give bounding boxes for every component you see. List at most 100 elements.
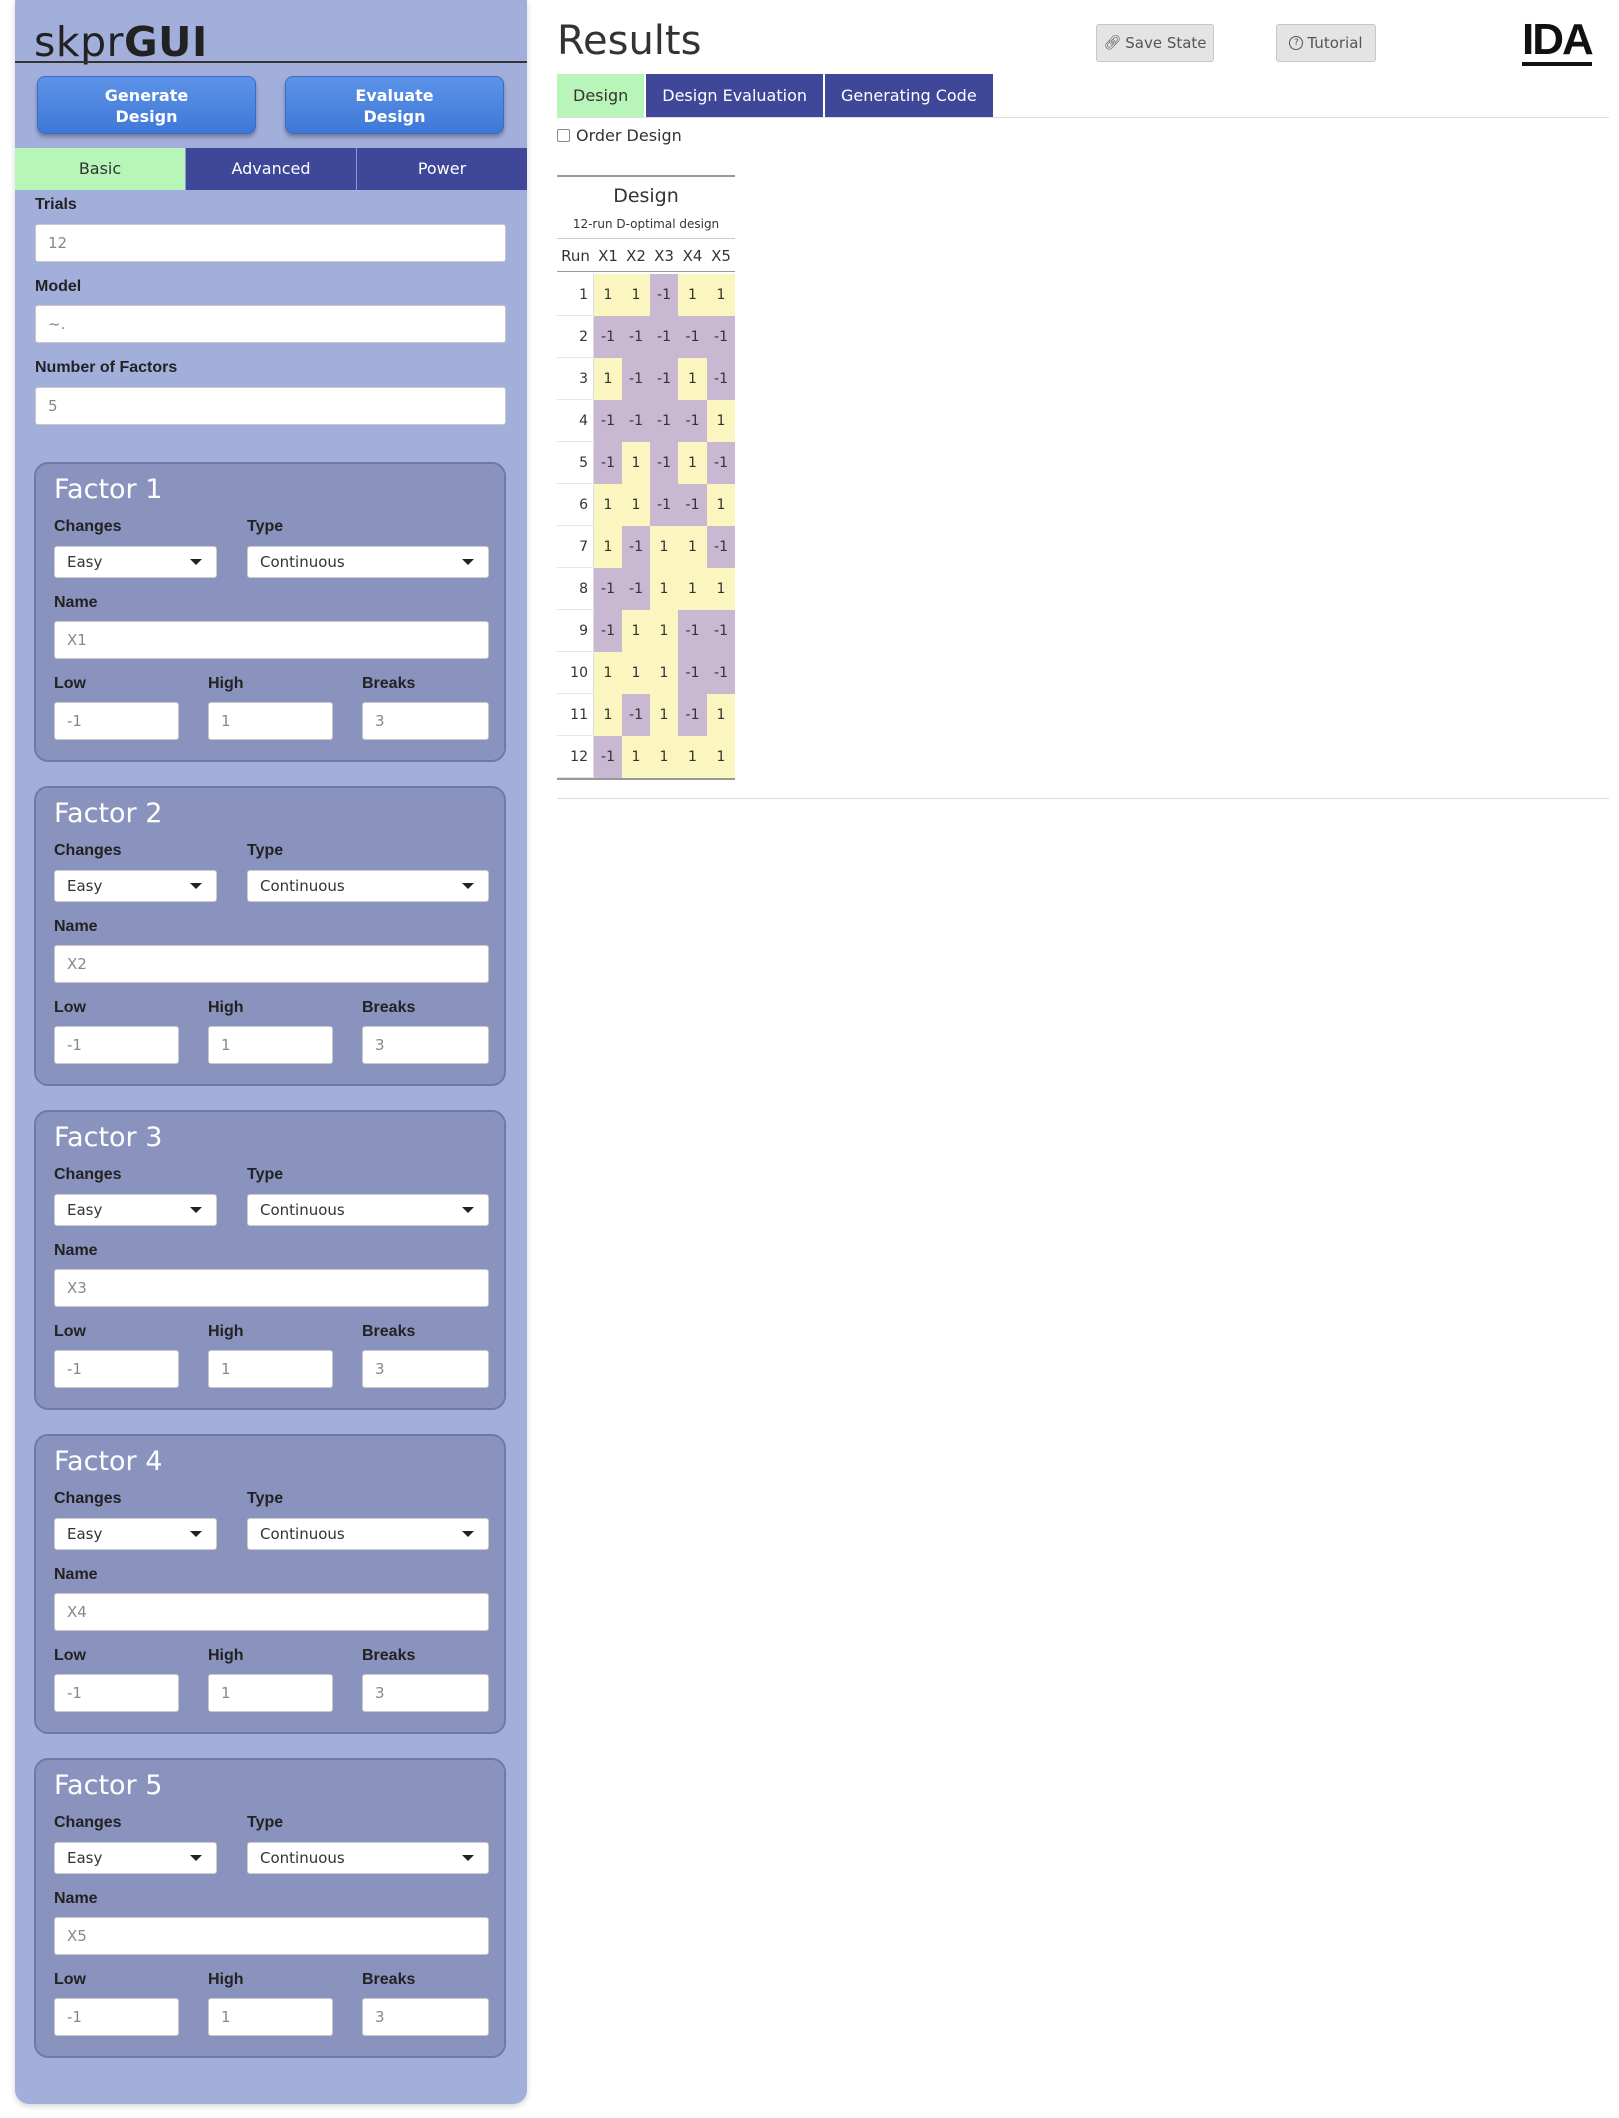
design-cell: -1 [678, 316, 707, 358]
changes-select[interactable]: Easy [54, 546, 217, 578]
design-cell: 1 [650, 652, 678, 694]
breaks-input[interactable]: 3 [362, 1674, 489, 1712]
evaluate-design-button[interactable]: Evaluate Design [285, 76, 504, 134]
breaks-input[interactable]: 3 [362, 702, 489, 740]
save-state-label: Save State [1125, 34, 1207, 52]
high-label: High [208, 999, 244, 1016]
low-input[interactable]: -1 [54, 1026, 179, 1064]
run-number-cell: 7 [557, 526, 594, 568]
high-input[interactable]: 1 [208, 1998, 333, 2036]
low-input[interactable]: -1 [54, 1998, 179, 2036]
sidebar: skprGUI Generate Design Evaluate Design … [15, 0, 527, 2104]
low-input[interactable]: -1 [54, 1674, 179, 1712]
tutorial-button[interactable]: ? Tutorial [1276, 24, 1376, 62]
chevron-down-icon [190, 1207, 202, 1213]
type-select[interactable]: Continuous [247, 1842, 489, 1874]
breaks-input[interactable]: 3 [362, 1998, 489, 2036]
design-cell: 1 [594, 484, 622, 526]
changes-select[interactable]: Easy [54, 1842, 217, 1874]
changes-select[interactable]: Easy [54, 870, 217, 902]
model-input[interactable]: ~. [35, 305, 506, 343]
factor-name-input[interactable]: X5 [54, 1917, 489, 1955]
name-label: Name [54, 918, 98, 935]
design-cell: 1 [622, 610, 650, 652]
name-label: Name [54, 1890, 98, 1907]
high-input[interactable]: 1 [208, 1350, 333, 1388]
high-input[interactable]: 1 [208, 1026, 333, 1064]
chevron-down-icon [190, 1531, 202, 1537]
breaks-label: Breaks [362, 1323, 416, 1340]
tutorial-label: Tutorial [1307, 34, 1363, 52]
factor-name-input[interactable]: X1 [54, 621, 489, 659]
design-cell: 1 [678, 274, 707, 316]
design-cell: 1 [707, 484, 735, 526]
design-cell: -1 [622, 358, 650, 400]
high-label: High [208, 1647, 244, 1664]
factor-name-input[interactable]: X3 [54, 1269, 489, 1307]
type-value: Continuous [260, 553, 345, 571]
design-cell: 1 [678, 442, 707, 484]
link-icon: 🔗︎ [1103, 35, 1122, 51]
help-icon: ? [1289, 36, 1304, 50]
design-cell: -1 [678, 484, 707, 526]
model-label: Model [35, 278, 82, 295]
chevron-down-icon [462, 1207, 474, 1213]
tab-basic[interactable]: Basic [15, 148, 186, 190]
chevron-down-icon [190, 883, 202, 889]
run-number-cell: 8 [557, 568, 594, 610]
trials-input[interactable]: 12 [35, 224, 506, 262]
changes-select[interactable]: Easy [54, 1194, 217, 1226]
design-cell: -1 [707, 442, 735, 484]
tab-advanced[interactable]: Advanced [186, 148, 357, 190]
design-cell: 1 [650, 736, 678, 778]
type-select[interactable]: Continuous [247, 870, 489, 902]
high-input[interactable]: 1 [208, 702, 333, 740]
results-title: Results [557, 18, 702, 64]
table-bottom-rule [557, 778, 735, 780]
high-input[interactable]: 1 [208, 1674, 333, 1712]
breaks-label: Breaks [362, 675, 416, 692]
sidebar-tabs: Basic Advanced Power [15, 148, 527, 190]
column-header-x4: X4 [682, 247, 703, 265]
tab-design-evaluation[interactable]: Design Evaluation [646, 74, 823, 117]
table-header-rule [557, 238, 735, 239]
changes-value: Easy [67, 877, 103, 895]
factor-name-input[interactable]: X2 [54, 945, 489, 983]
changes-select[interactable]: Easy [54, 1518, 217, 1550]
design-cell: -1 [678, 400, 707, 442]
type-label: Type [247, 842, 284, 859]
design-cell: 1 [650, 526, 678, 568]
factor-panel-5: Factor 5 Changes Type Easy Continuous Na… [34, 1758, 506, 2058]
design-cell: 1 [678, 568, 707, 610]
design-cell: -1 [650, 358, 678, 400]
tab-generating-code[interactable]: Generating Code [825, 74, 993, 117]
type-value: Continuous [260, 1849, 345, 1867]
type-select[interactable]: Continuous [247, 1518, 489, 1550]
changes-label: Changes [54, 1490, 122, 1507]
design-cell: -1 [678, 652, 707, 694]
name-label: Name [54, 1242, 98, 1259]
breaks-input[interactable]: 3 [362, 1350, 489, 1388]
low-input[interactable]: -1 [54, 702, 179, 740]
design-cell: 1 [622, 484, 650, 526]
changes-value: Easy [67, 1525, 103, 1543]
save-state-button[interactable]: 🔗︎ Save State [1096, 24, 1214, 62]
design-cell: 1 [707, 694, 735, 736]
run-number-cell: 1 [557, 274, 594, 316]
generate-design-button[interactable]: Generate Design [37, 76, 256, 134]
app-title: skprGUI [34, 18, 208, 66]
trials-label: Trials [35, 196, 77, 213]
type-select[interactable]: Continuous [247, 546, 489, 578]
tab-power[interactable]: Power [357, 148, 527, 190]
tab-design[interactable]: Design [557, 74, 645, 117]
factor-name-input[interactable]: X4 [54, 1593, 489, 1631]
low-label: Low [54, 999, 86, 1016]
order-design-checkbox[interactable] [557, 129, 570, 142]
breaks-input[interactable]: 3 [362, 1026, 489, 1064]
number-of-factors-input[interactable]: 5 [35, 387, 506, 425]
low-input[interactable]: -1 [54, 1350, 179, 1388]
changes-label: Changes [54, 518, 122, 535]
design-cell: 1 [678, 736, 707, 778]
name-label: Name [54, 594, 98, 611]
type-select[interactable]: Continuous [247, 1194, 489, 1226]
